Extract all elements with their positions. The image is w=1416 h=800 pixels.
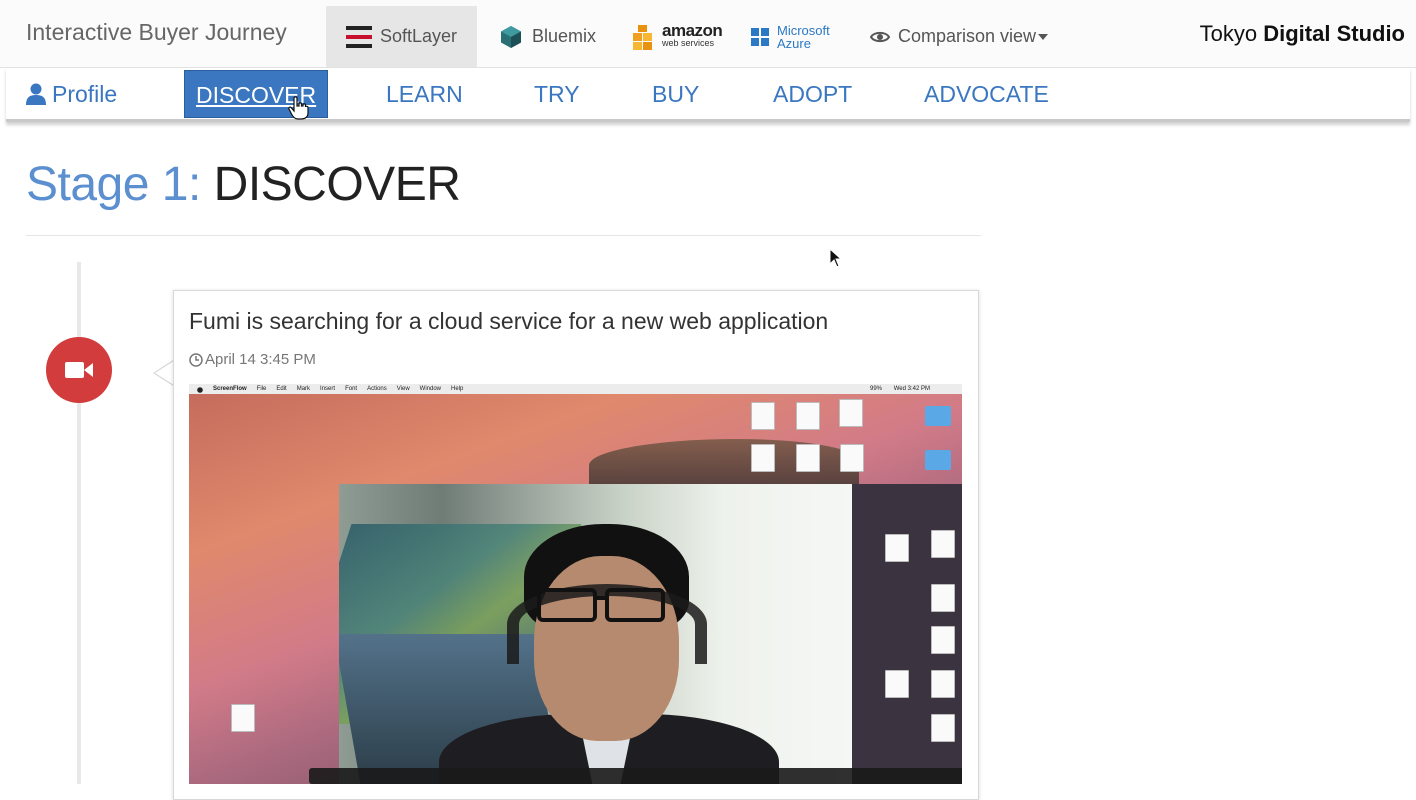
studio-brand: Tokyo Digital Studio xyxy=(1200,21,1405,47)
softlayer-logo-icon xyxy=(346,25,372,48)
stage-number: Stage 1: xyxy=(26,158,201,211)
vendor-tab-aws[interactable]: amazon web services xyxy=(632,6,723,67)
webcam-overlay xyxy=(339,484,852,784)
mouse-pointer-icon xyxy=(829,248,843,268)
video-menu-item: View xyxy=(396,386,410,392)
event-video[interactable]: ScreenFlow File Edit Mark Insert Font Ac… xyxy=(189,384,962,784)
tab-advocate[interactable]: ADVOCATE xyxy=(924,70,1049,118)
video-menu-item: File xyxy=(256,386,267,392)
tab-adopt[interactable]: ADOPT xyxy=(773,70,852,118)
video-camera-icon xyxy=(65,362,93,378)
comparison-view-dropdown[interactable]: Comparison view xyxy=(870,6,1049,67)
nav-profile-label: Profile xyxy=(52,81,118,107)
aws-logo-icon xyxy=(633,24,652,50)
video-menu-item: Actions xyxy=(367,386,387,392)
stage-nav: Profile DISCOVER LEARN TRY BUY ADOPT ADV… xyxy=(6,68,1410,122)
desktop-file-icon xyxy=(796,444,820,472)
clock-icon xyxy=(189,352,203,367)
studio-prefix: Tokyo xyxy=(1199,21,1258,46)
tab-learn[interactable]: LEARN xyxy=(386,70,463,118)
video-control-bar[interactable] xyxy=(309,768,962,784)
desktop-file-icon xyxy=(231,704,255,732)
vendor-sublabel: Azure xyxy=(777,35,811,51)
card-pointer xyxy=(153,360,174,386)
vendor-tab-azure[interactable]: Microsoft Azure xyxy=(751,6,830,67)
folder-icon xyxy=(925,406,951,426)
stage-name: DISCOVER xyxy=(213,158,461,211)
event-badge xyxy=(46,337,112,403)
eye-icon xyxy=(870,31,890,42)
event-title: Fumi is searching for a cloud service fo… xyxy=(189,308,829,334)
vendor-sublabel: web services xyxy=(662,38,715,48)
desktop-file-icon xyxy=(931,530,955,558)
desktop-file-icon xyxy=(796,402,820,430)
video-battery: 99% xyxy=(869,386,882,392)
desktop-file-icon xyxy=(931,714,955,742)
vendor-label: amazon xyxy=(662,21,723,40)
vendor-label: Microsoft xyxy=(777,22,830,38)
apple-logo-icon xyxy=(197,387,203,393)
vendor-label: SoftLayer xyxy=(380,26,458,46)
event-timestamp: April 14 3:45 PM xyxy=(189,351,316,368)
video-menu-item: Insert xyxy=(320,386,336,392)
desktop-file-icon xyxy=(931,584,955,612)
video-clock: Wed 3:42 PM xyxy=(893,386,930,392)
folder-icon xyxy=(925,450,951,470)
heading-divider xyxy=(26,235,981,236)
app-title: Interactive Buyer Journey xyxy=(26,19,287,45)
desktop-file-icon xyxy=(931,626,955,654)
video-menu-item: Edit xyxy=(276,386,287,392)
desktop-file-icon xyxy=(885,534,909,562)
desktop-file-icon xyxy=(885,670,909,698)
bluemix-logo-icon xyxy=(501,25,521,48)
vendor-label: Bluemix xyxy=(532,26,597,46)
video-menu-item: Font xyxy=(345,386,358,392)
tab-try[interactable]: TRY xyxy=(534,70,580,118)
user-icon xyxy=(26,83,46,105)
studio-name: Digital Studio xyxy=(1263,21,1405,46)
windows-logo-icon xyxy=(751,27,769,46)
vendor-tab-softlayer[interactable]: SoftLayer xyxy=(326,6,478,67)
video-menubar: ScreenFlow File Edit Mark Insert Font Ac… xyxy=(189,384,962,394)
caret-down-icon xyxy=(1038,33,1049,40)
top-bar: Interactive Buyer Journey SoftLayer Blue… xyxy=(0,0,1416,68)
event-timestamp-text: April 14 3:45 PM xyxy=(205,351,316,368)
desktop-file-icon xyxy=(751,444,775,472)
vendor-tab-bluemix[interactable]: Bluemix xyxy=(498,6,596,67)
comparison-view-label: Comparison view xyxy=(898,26,1037,46)
desktop-file-icon xyxy=(751,402,775,430)
page-title: Stage 1: DISCOVER xyxy=(26,157,461,212)
tab-buy[interactable]: BUY xyxy=(652,70,699,118)
desktop-file-icon xyxy=(840,444,864,472)
video-menu-item: Mark xyxy=(296,386,311,392)
video-menu-item: Window xyxy=(419,386,442,392)
video-menu-item: ScreenFlow xyxy=(213,386,247,392)
desktop-file-icon xyxy=(839,399,863,427)
hand-pointer-icon xyxy=(288,96,309,120)
video-menu-item: Help xyxy=(451,386,464,392)
desktop-file-icon xyxy=(931,670,955,698)
nav-profile[interactable]: Profile xyxy=(26,70,117,118)
